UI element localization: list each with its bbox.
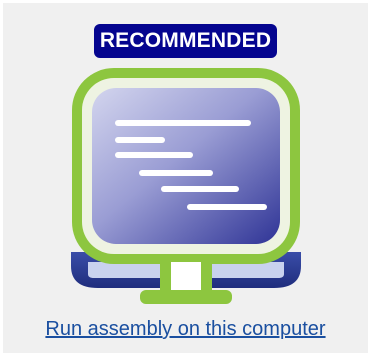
monitor-foot	[140, 290, 232, 304]
run-assembly-link[interactable]: Run assembly on this computer	[0, 318, 371, 341]
monitor-screen	[92, 88, 280, 244]
computer-monitor-icon[interactable]	[68, 66, 304, 316]
recommended-badge: RECOMMENDED	[94, 24, 277, 58]
